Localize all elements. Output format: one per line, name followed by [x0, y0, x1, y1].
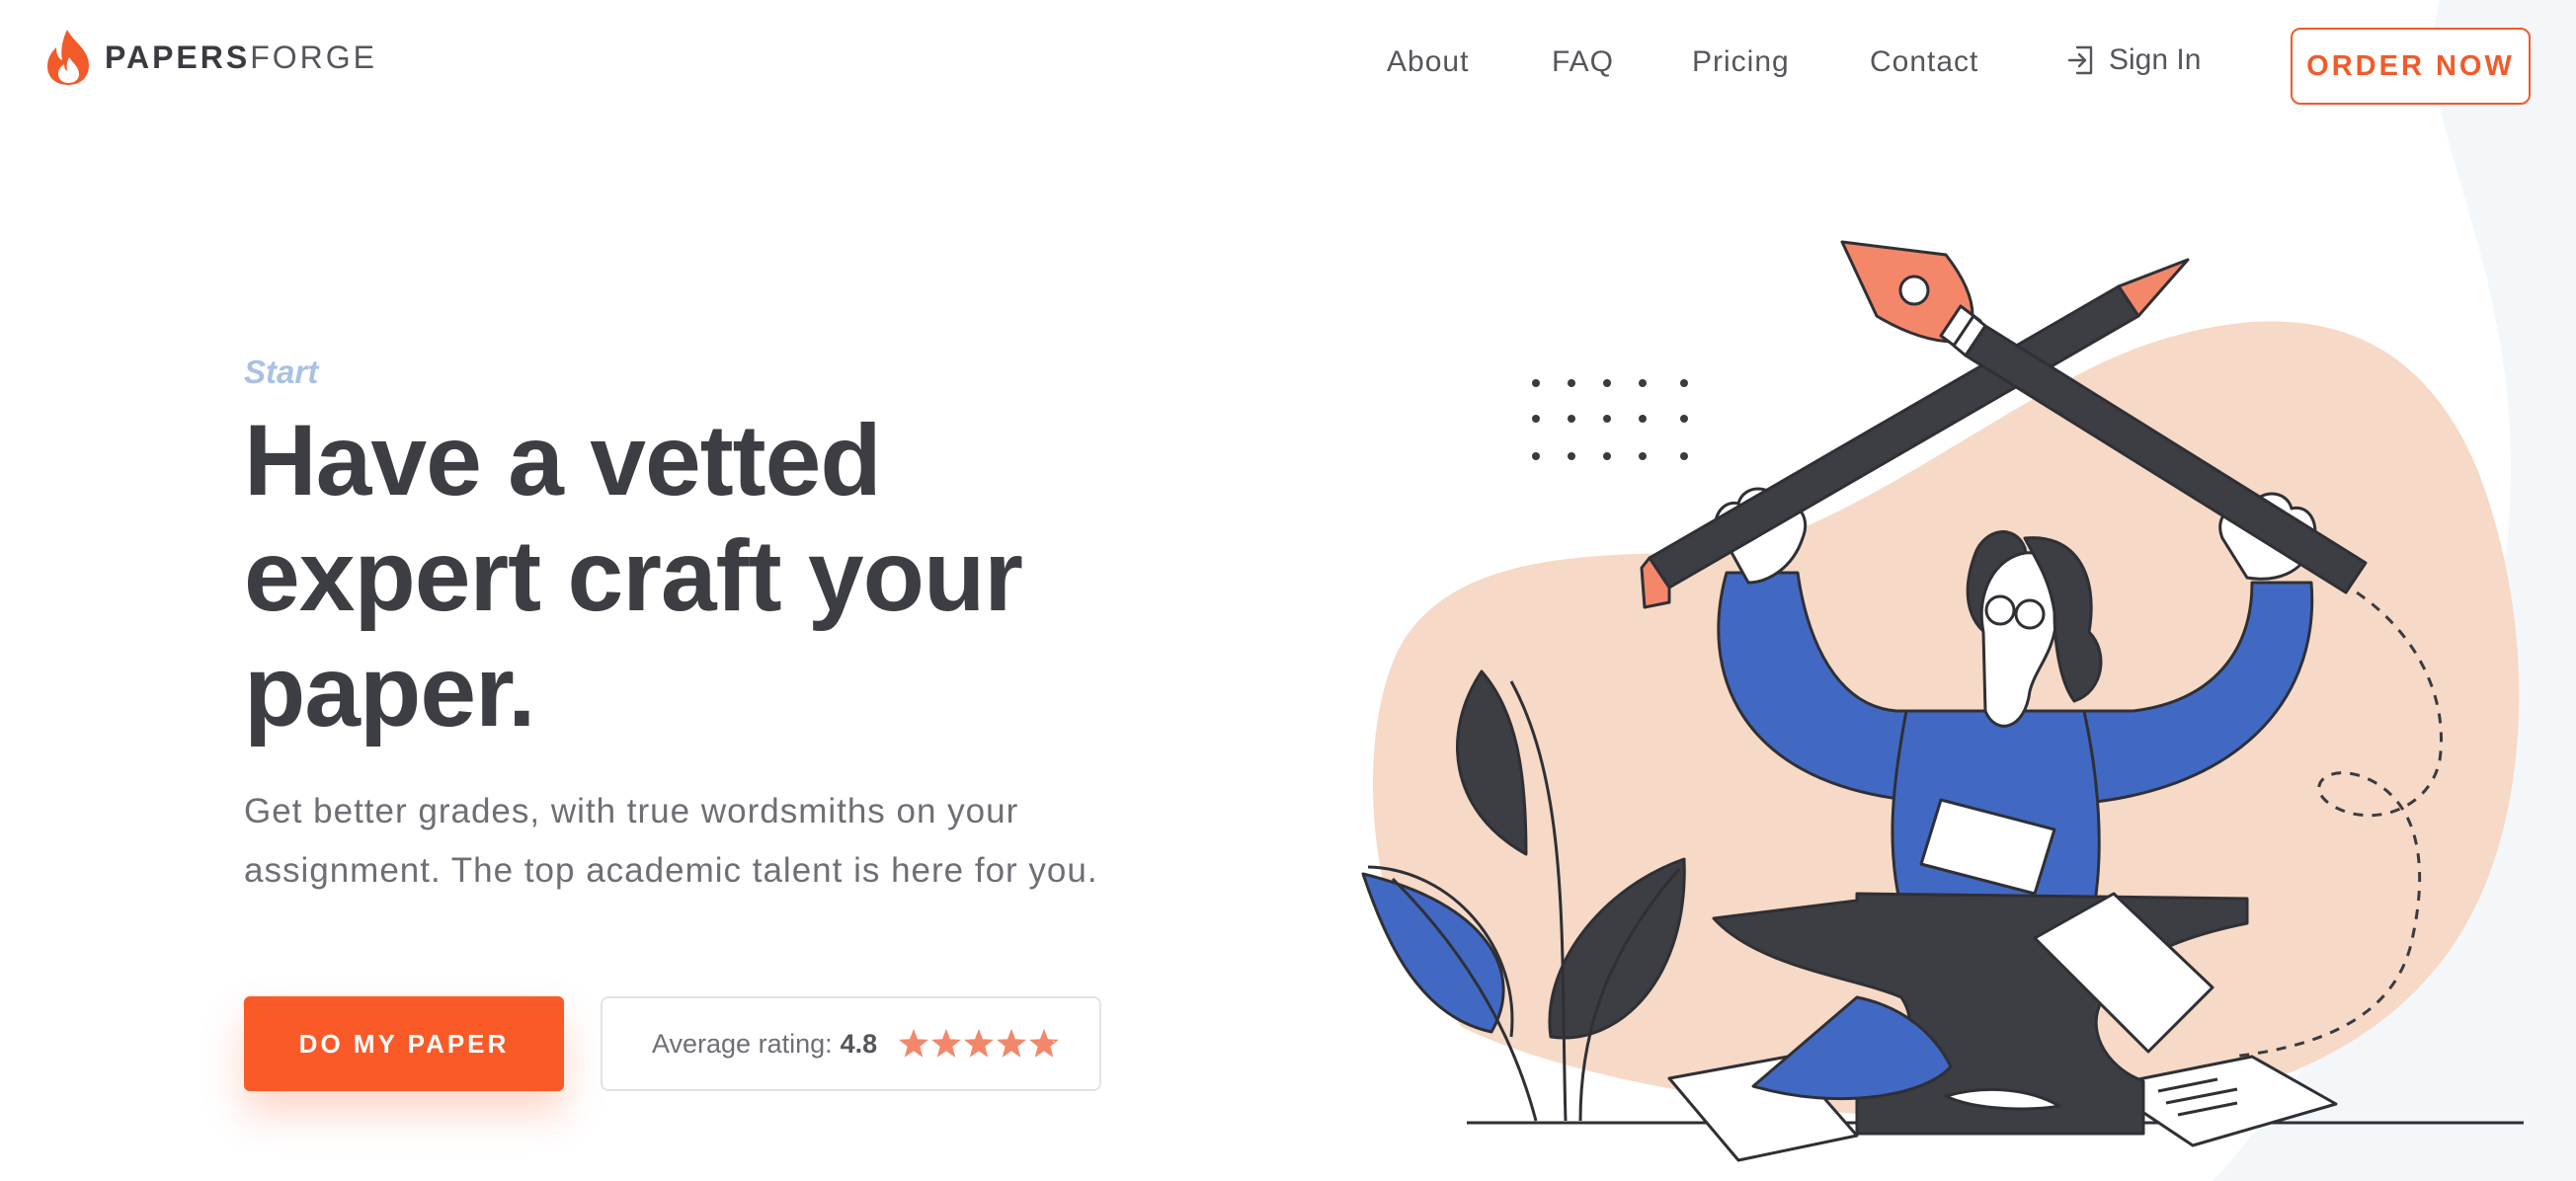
rating-label: Average rating:	[652, 1028, 833, 1059]
nav-link-pricing[interactable]: Pricing	[1692, 45, 1790, 79]
top-navigation: About FAQ Pricing Contact Sign In ORDER …	[0, 28, 2576, 105]
rating-value: 4.8	[840, 1028, 878, 1059]
hero-illustration	[1361, 240, 2524, 1162]
do-my-paper-button[interactable]: DO MY PAPER	[244, 996, 564, 1091]
star-icon	[997, 1029, 1027, 1058]
star-icon	[899, 1029, 929, 1058]
star-icon	[964, 1029, 995, 1058]
order-now-button[interactable]: ORDER NOW	[2291, 28, 2531, 105]
hero-headline: Have a vetted expert craft your paper.	[244, 404, 1023, 748]
sign-in-link[interactable]: Sign In	[2065, 43, 2201, 77]
nav-link-contact[interactable]: Contact	[1870, 45, 1978, 79]
rating-stars	[899, 1029, 1062, 1059]
hero-eyebrow: Start	[244, 354, 319, 390]
sign-in-label: Sign In	[2109, 43, 2202, 76]
average-rating-box: Average rating: 4.8	[601, 996, 1101, 1091]
dot-grid	[1532, 379, 1688, 460]
nav-link-faq[interactable]: FAQ	[1552, 45, 1614, 79]
nav-link-about[interactable]: About	[1387, 45, 1469, 79]
sign-in-icon	[2067, 45, 2093, 75]
star-icon	[931, 1029, 962, 1058]
star-icon	[1029, 1029, 1060, 1058]
hero-subtitle: Get better grades, with true wordsmiths …	[244, 792, 1098, 890]
